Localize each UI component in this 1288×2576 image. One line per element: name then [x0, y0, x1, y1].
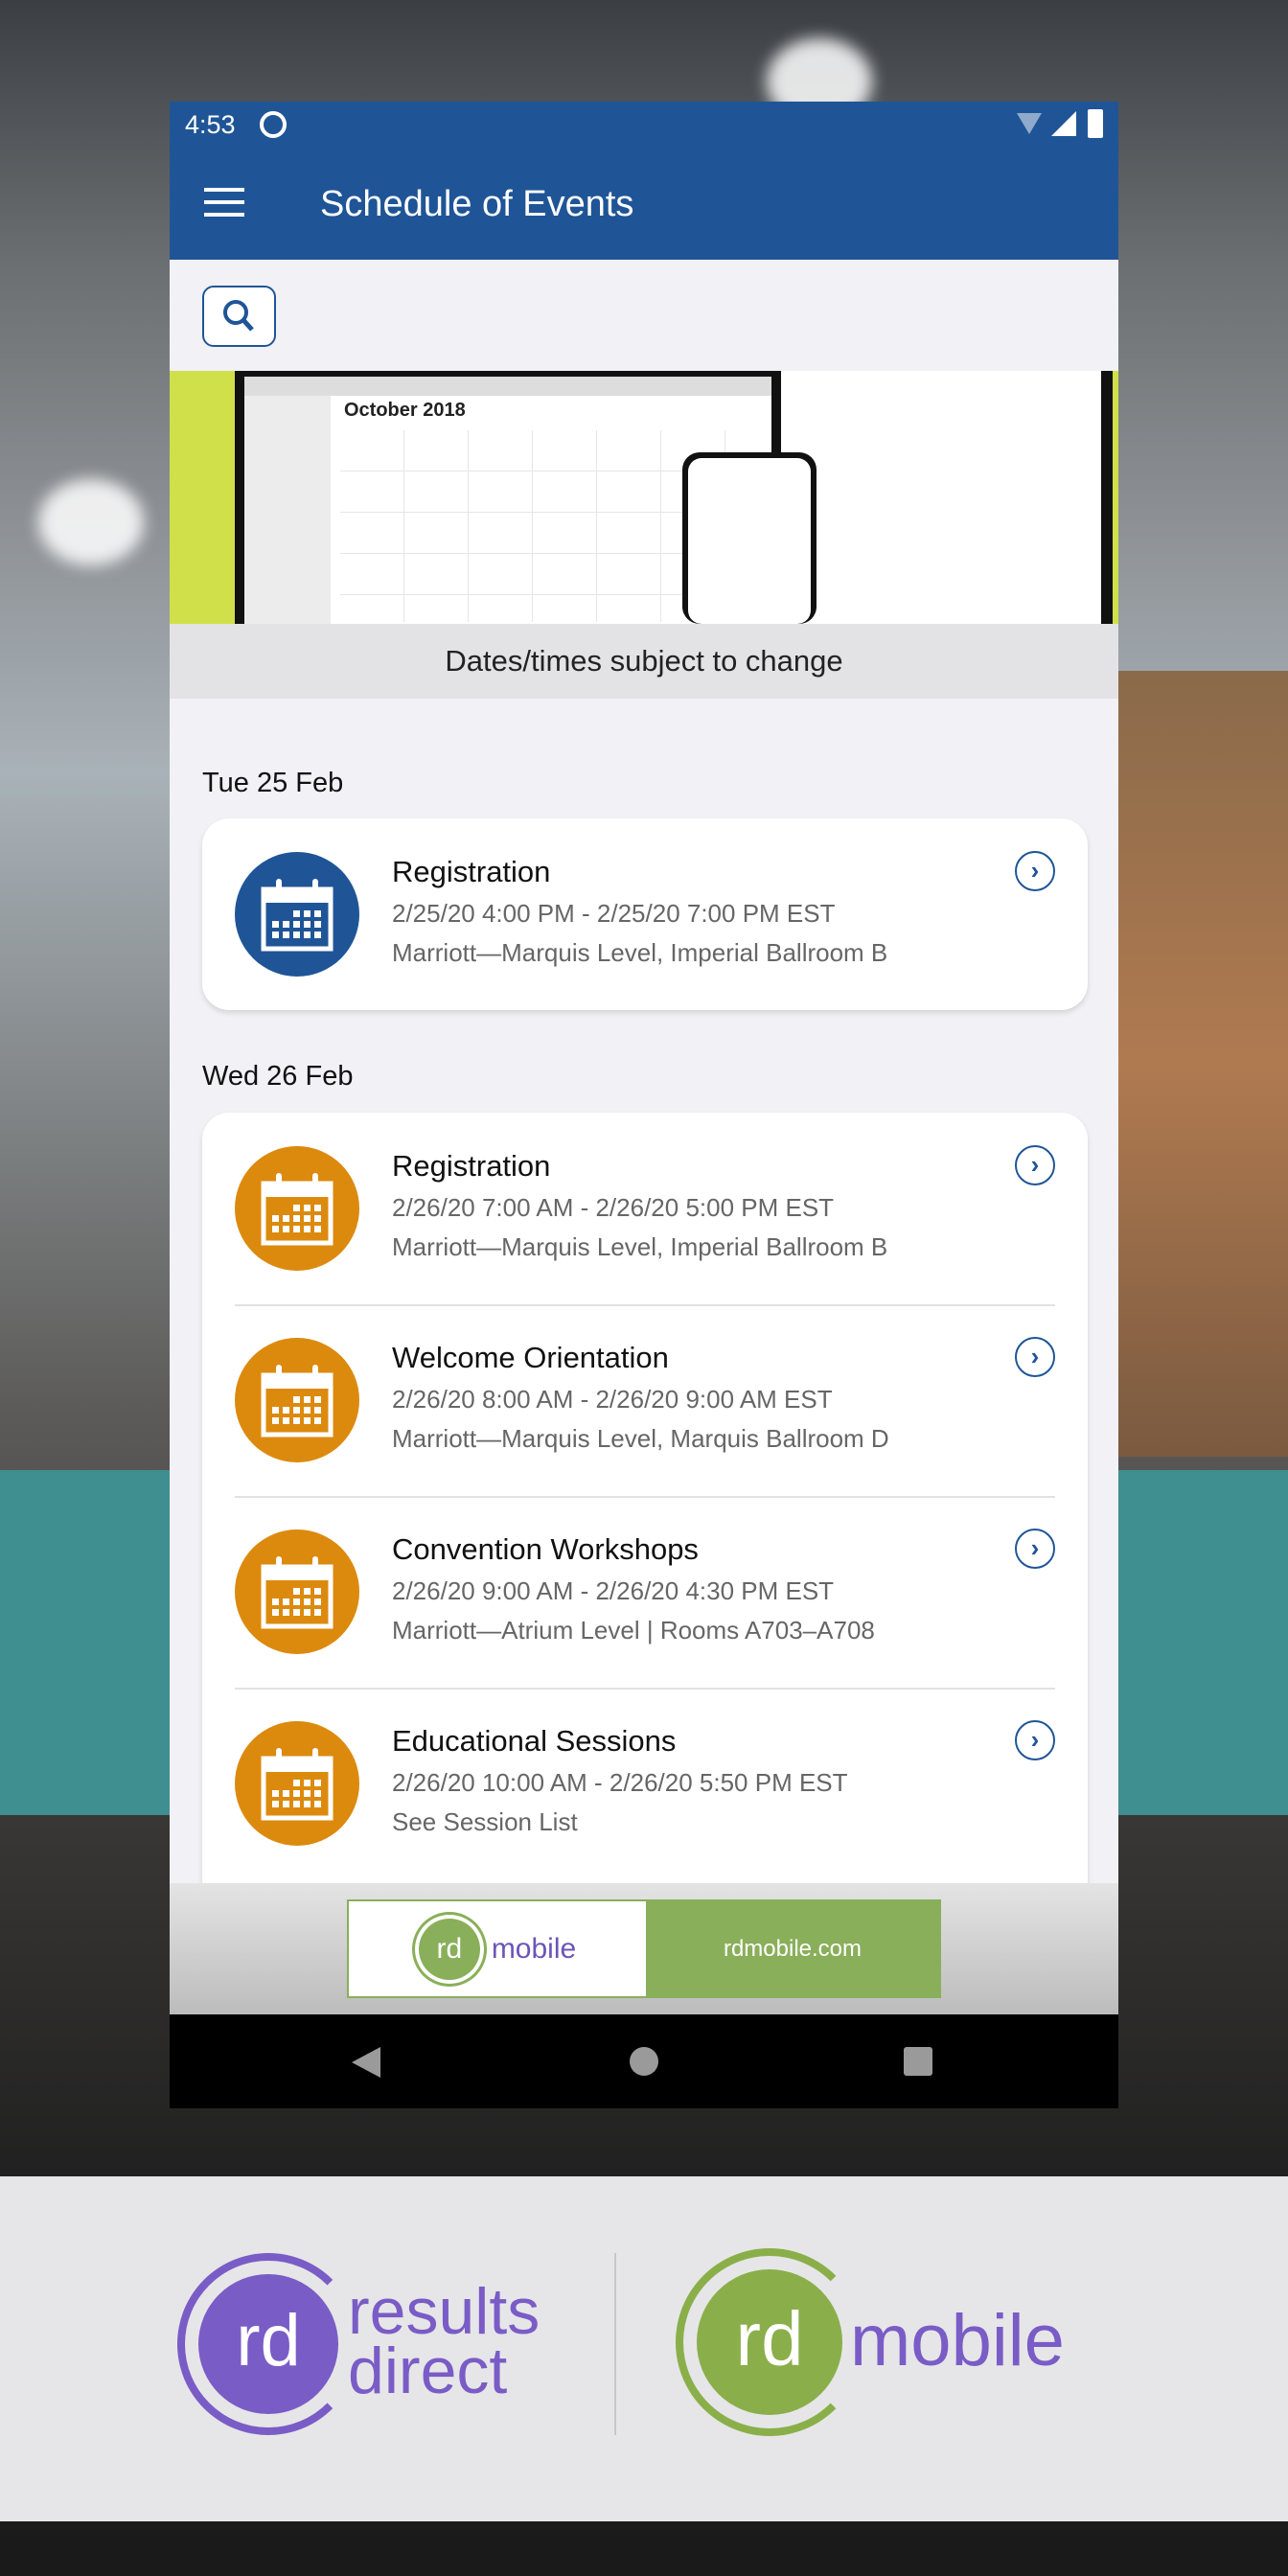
results-direct-logo: rd results direct: [177, 2253, 561, 2445]
battery-icon: [1088, 109, 1103, 138]
ad-url: rdmobile.com: [646, 1901, 939, 1996]
event-title: Registration: [392, 1149, 551, 1183]
event-card: Registration 2/26/20 7:00 AM - 2/26/20 5…: [202, 1113, 1088, 1898]
direct-word: direct: [348, 2334, 508, 2407]
home-icon[interactable]: [630, 2047, 658, 2076]
app-bar: Schedule of Events: [170, 148, 1118, 260]
event-row[interactable]: Registration 2/25/20 4:00 PM - 2/25/20 7…: [202, 818, 1088, 1010]
event-title: Educational Sessions: [392, 1724, 677, 1758]
event-row[interactable]: Welcome Orientation 2/26/20 8:00 AM - 2/…: [202, 1304, 1088, 1496]
event-row[interactable]: Registration 2/26/20 7:00 AM - 2/26/20 5…: [202, 1113, 1088, 1304]
logo-divider: [614, 2253, 616, 2435]
event-location: See Session List: [392, 1807, 578, 1836]
system-nav-bar: [170, 2014, 1118, 2108]
background-light: [38, 479, 144, 565]
footer: rd mobile rdmobile.com: [170, 1883, 1118, 2014]
event-location: Marriott—Marquis Level, Marquis Ballroom…: [392, 1424, 889, 1453]
event-time: 2/26/20 8:00 AM - 2/26/20 9:00 AM EST: [392, 1385, 833, 1414]
calendar-icon: [261, 1173, 334, 1246]
rd-mobile-rd: rd: [697, 2269, 842, 2415]
phone-screen: 4:53 Schedule of Events October 2018 Dat…: [170, 102, 1118, 2108]
chevron-right-icon[interactable]: ›: [1015, 1529, 1055, 1569]
event-icon: [235, 1146, 359, 1271]
section-date: Wed 26 Feb: [202, 1061, 354, 1092]
recents-icon[interactable]: [904, 2047, 932, 2076]
chevron-right-icon[interactable]: ›: [1015, 851, 1055, 891]
event-time: 2/25/20 4:00 PM - 2/25/20 7:00 PM EST: [392, 899, 836, 928]
page-title: Schedule of Events: [320, 184, 634, 224]
ad-logo-word: mobile: [491, 1932, 577, 1965]
event-icon: [235, 1338, 359, 1462]
calendar-icon: [261, 1748, 334, 1821]
rdmobile-ad-banner[interactable]: rd mobile rdmobile.com: [347, 1899, 941, 1998]
event-icon: [235, 1721, 359, 1846]
ad-logo: rd mobile: [349, 1901, 646, 1996]
chevron-right-icon[interactable]: ›: [1015, 1720, 1055, 1760]
event-location: Marriott—Atrium Level | Rooms A703–A708: [392, 1616, 875, 1644]
event-title: Convention Workshops: [392, 1532, 699, 1566]
calendar-icon: [261, 879, 334, 952]
status-bar: 4:53: [170, 102, 1118, 148]
event-title: Registration: [392, 855, 551, 888]
disclaimer-caption: Dates/times subject to change: [170, 624, 1118, 699]
event-time: 2/26/20 10:00 AM - 2/26/20 5:50 PM EST: [392, 1768, 848, 1797]
banner-image: October 2018: [170, 371, 1118, 624]
chevron-right-icon[interactable]: ›: [1015, 1145, 1055, 1185]
rd-logo-circle: rd: [418, 1918, 480, 1980]
event-row[interactable]: Convention Workshops 2/26/20 9:00 AM - 2…: [202, 1496, 1088, 1688]
event-icon: [235, 1530, 359, 1654]
search-button[interactable]: [202, 286, 276, 347]
mobile-word: mobile: [850, 2300, 1065, 2381]
event-time: 2/26/20 9:00 AM - 2/26/20 4:30 PM EST: [392, 1576, 835, 1605]
branding-band: rd results direct rd mobile: [0, 2176, 1288, 2521]
chevron-right-icon[interactable]: ›: [1015, 1337, 1055, 1377]
section-date: Tue 25 Feb: [202, 768, 344, 798]
background-crowd: [1096, 671, 1288, 1457]
calendar-month: October 2018: [344, 400, 466, 421]
event-time: 2/26/20 7:00 AM - 2/26/20 5:00 PM EST: [392, 1193, 835, 1222]
event-icon: [235, 852, 359, 977]
signal-icon: [1051, 111, 1076, 136]
calendar-icon: [261, 1365, 334, 1438]
results-word: results: [348, 2275, 540, 2348]
search-icon: [223, 300, 254, 332]
back-icon[interactable]: [352, 2047, 380, 2078]
rd-mobile-logo: rd mobile: [676, 2248, 1097, 2440]
wifi-off-icon: [1017, 113, 1042, 134]
results-direct-rd: rd: [198, 2274, 338, 2414]
event-title: Welcome Orientation: [392, 1341, 669, 1374]
event-card: Registration 2/25/20 4:00 PM - 2/25/20 7…: [202, 818, 1088, 1010]
status-time: 4:53: [185, 110, 236, 139]
event-location: Marriott—Marquis Level, Imperial Ballroo…: [392, 1232, 888, 1261]
event-location: Marriott—Marquis Level, Imperial Ballroo…: [392, 938, 888, 967]
calendar-icon: [261, 1556, 334, 1629]
event-row[interactable]: Educational Sessions 2/26/20 10:00 AM - …: [202, 1688, 1088, 1879]
hamburger-icon[interactable]: [204, 188, 244, 217]
sync-icon: [260, 111, 287, 138]
